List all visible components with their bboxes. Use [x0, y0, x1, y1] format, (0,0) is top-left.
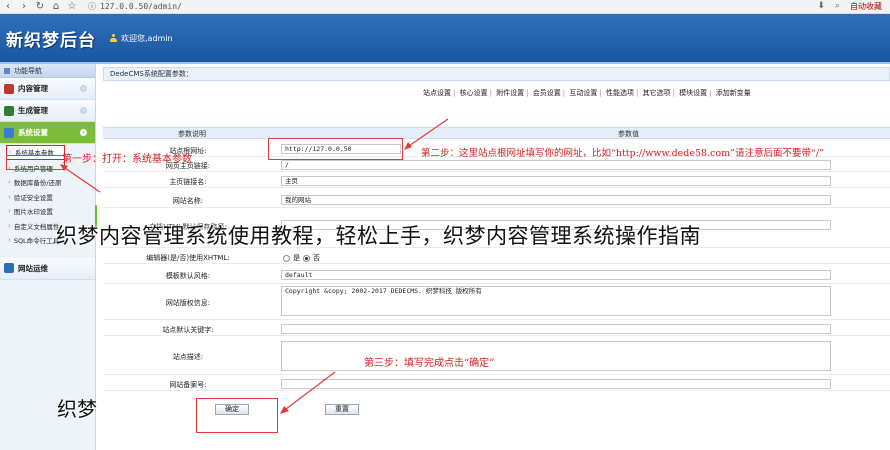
- reset-button[interactable]: 重置: [325, 404, 359, 415]
- tab-core[interactable]: 核心设置: [460, 89, 488, 97]
- tab-interaction[interactable]: 互动设置: [569, 89, 597, 97]
- monitor-icon: [4, 263, 14, 273]
- settings-tabs: 站点设置 | 核心设置 | 附件设置 | 会员设置 | 互动设置 | 性能选项 | 其它选项…: [423, 89, 751, 97]
- icp-number-input[interactable]: [281, 379, 831, 389]
- template-style-input[interactable]: default: [281, 270, 831, 280]
- table-row: 网页主页链接: /: [103, 158, 890, 172]
- step2-highlight-box: [268, 138, 403, 160]
- xhtml-radio-group: 是 否: [283, 253, 320, 263]
- forward-icon[interactable]: ›: [16, 1, 32, 12]
- address-text: 127.0.0.50/admin/: [100, 2, 182, 11]
- table-row: 网站名称: 我的网站: [103, 192, 890, 208]
- info-icon: ⓘ: [88, 2, 96, 11]
- radio-no[interactable]: [303, 254, 310, 262]
- keywords-input[interactable]: [281, 324, 831, 334]
- extension-icon[interactable]: ⬇: [817, 1, 825, 12]
- table-row: 编辑器(是/否)使用XHTML: 是 否: [103, 250, 890, 264]
- step1-highlight-box: [6, 155, 65, 170]
- tab-other[interactable]: 其它选项: [643, 89, 671, 97]
- page-title: DedeCMS系统配置参数：: [103, 67, 890, 81]
- title-overlay: 织梦内容管理系统使用教程，轻松上手，织梦内容管理系统操作指南: [56, 224, 701, 248]
- sidebar-group-label: 生成管理: [18, 106, 48, 115]
- step3-highlight-box: [196, 398, 278, 433]
- menu-icon: [4, 67, 10, 74]
- address-bar[interactable]: ⓘ 127.0.0.50/admin/: [88, 1, 182, 12]
- column-header-param: 参数说明: [178, 130, 206, 138]
- row-label: 网站版权信息:: [165, 299, 211, 307]
- admin-header: 新织梦后台 欢迎您,admin: [0, 14, 890, 62]
- expand-icon: ›: [80, 85, 87, 92]
- row-label: 站点描述:: [172, 353, 204, 361]
- radio-yes-label: 是: [293, 254, 300, 262]
- reload-icon[interactable]: ↻: [32, 1, 48, 12]
- site-name-input[interactable]: 我的网站: [281, 195, 831, 205]
- table-row: 网站备案号:: [103, 377, 890, 391]
- sidebar-item-watermark[interactable]: 图片水印设置: [0, 204, 95, 219]
- welcome-text: 欢迎您,admin: [121, 33, 173, 43]
- row-label: 站点默认关键字:: [162, 326, 214, 334]
- generate-icon: [4, 105, 14, 116]
- search-icon[interactable]: ⌕: [835, 1, 840, 12]
- browser-toolbar: ‹ › ↻ ⌂ ☆ ⓘ 127.0.0.50/admin/ ⬇ ⌕ 自动收藏: [0, 0, 890, 14]
- table-row: 网站版权信息: Copyright &copy; 2002-2017 DEDEC…: [103, 286, 890, 320]
- browser-right-tools: ⬇ ⌕ 自动收藏: [817, 1, 882, 12]
- pencil-icon: [4, 83, 14, 94]
- homepage-name-input[interactable]: 主页: [281, 176, 831, 186]
- row-label: 模板默认风格:: [165, 272, 211, 280]
- sidebar-group-ops[interactable]: 网站运维: [0, 257, 95, 280]
- back-icon[interactable]: ‹: [0, 1, 16, 12]
- step2-annotation: 第二步：这里站点根网址填写你的网址，比如“http://www.dede58.c…: [421, 148, 824, 159]
- step1-annotation: 第一步：打开：系统基本参数: [62, 154, 192, 165]
- gear-icon: [4, 127, 14, 138]
- table-row: 主页链接名: 主页: [103, 174, 890, 188]
- user-icon: [110, 34, 117, 42]
- sidebar-item-backup[interactable]: 数据库备份/还原: [0, 175, 95, 190]
- sidebar-group-system[interactable]: 系统设置 ‹: [0, 122, 95, 144]
- expand-icon: ›: [80, 107, 87, 114]
- table-row: 模板默认风格: default: [103, 266, 890, 284]
- row-label: 主页链接名:: [169, 178, 207, 186]
- sidebar-group-label: 内容管理: [18, 84, 48, 93]
- welcome-message: 欢迎您,admin: [110, 33, 173, 44]
- sidebar-group-generate[interactable]: 生成管理 ›: [0, 100, 95, 122]
- table-header: 参数说明 参数值: [103, 127, 890, 139]
- tab-performance[interactable]: 性能选项: [606, 89, 634, 97]
- step3-annotation: 第三步：填写完成点击“确定”: [364, 358, 495, 369]
- sidebar-title-text: 功能导航: [14, 66, 42, 75]
- radio-yes[interactable]: [283, 254, 290, 262]
- tab-add-variable[interactable]: 添加新变量: [716, 89, 751, 97]
- bookmark-star-icon[interactable]: ☆: [64, 1, 80, 12]
- table-row: 站点描述:: [103, 339, 890, 375]
- tab-member[interactable]: 会员设置: [533, 89, 561, 97]
- radio-no-label: 否: [313, 254, 320, 262]
- sidebar-item-security[interactable]: 验证安全设置: [0, 190, 95, 205]
- table-row: 站点默认关键字:: [103, 322, 890, 336]
- sidebar-title: 功能导航: [0, 64, 95, 78]
- row-label: 编辑器(是/否)使用XHTML:: [146, 254, 230, 262]
- copyright-textarea[interactable]: Copyright &copy; 2002-2017 DEDECMS. 织梦科技…: [281, 286, 831, 316]
- title-overlay-2: 织梦: [57, 397, 97, 421]
- home-icon[interactable]: ⌂: [48, 1, 64, 12]
- site-logo: 新织梦后台: [6, 30, 96, 51]
- tab-module[interactable]: 模块设置: [679, 89, 707, 97]
- column-header-value: 参数值: [618, 130, 639, 138]
- row-label: 网站名称:: [172, 197, 204, 205]
- sidebar-group-label: 系统设置: [18, 128, 48, 137]
- sidebar-group-content[interactable]: 内容管理 ›: [0, 78, 95, 100]
- collapse-icon: ‹: [80, 129, 87, 136]
- tab-site[interactable]: 站点设置: [423, 89, 451, 97]
- sidebar-group-label: 网站运维: [18, 263, 48, 273]
- tab-attachment[interactable]: 附件设置: [496, 89, 524, 97]
- bookmark-link[interactable]: 自动收藏: [850, 1, 882, 12]
- main-panel: DedeCMS系统配置参数： 站点设置 | 核心设置 | 附件设置 | 会员设置 | 互…: [103, 64, 890, 450]
- homepage-link-input[interactable]: /: [281, 160, 831, 170]
- row-label: 网站备案号:: [169, 381, 207, 389]
